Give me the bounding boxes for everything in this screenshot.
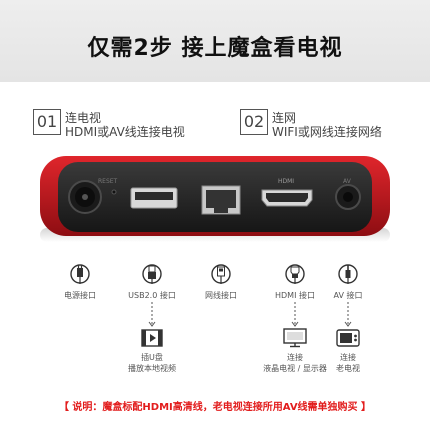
device-back-panel: RESET HDMI AV [0,150,430,245]
hdmi-mark: HDMI [278,178,295,185]
port-power: 电源接口 [50,262,110,301]
use-old-tv: 连接 老电视 [303,328,393,374]
port-hdmi: HDMI 接口 [265,262,325,301]
step-2-desc: WIFI或网线连接网络 [272,125,382,139]
use-usb-line1: 插U盘 [141,353,163,362]
note-text: 【 说明：魔盒标配HDMI高清线，老电视连接所用AV线需单独购买 】 [58,402,372,413]
av-mark: AV [343,178,351,185]
header-banner: 仅需2步 接上魔盒看电视 [0,0,430,82]
use-oldtv-line1: 连接 [340,353,356,362]
port-ethernet: 网线接口 [191,262,251,301]
use-oldtv-line2: 老电视 [336,364,360,373]
page-title: 仅需2步 接上魔盒看电视 [87,36,343,61]
port-av: AV 接口 [318,262,378,301]
step-1-number: 01 [33,109,61,135]
av-plug-icon [338,264,358,284]
ethernet-plug-icon [211,264,231,284]
usb-plug-icon [142,264,162,284]
device-illustration [40,156,390,242]
step-2-number: 02 [240,109,268,135]
port-usb: USB2.0 接口 [122,262,182,301]
video-file-icon [141,329,163,347]
hdmi-plug-icon [285,264,305,284]
power-plug-icon [70,264,90,284]
reset-mark: RESET [98,178,118,185]
use-usb-video: 插U盘 播放本地视频 [107,328,197,374]
step-1-desc: HDMI或AV线连接电视 [65,125,185,139]
old-tv-icon [336,329,360,347]
use-usb-line2: 播放本地视频 [128,364,176,373]
